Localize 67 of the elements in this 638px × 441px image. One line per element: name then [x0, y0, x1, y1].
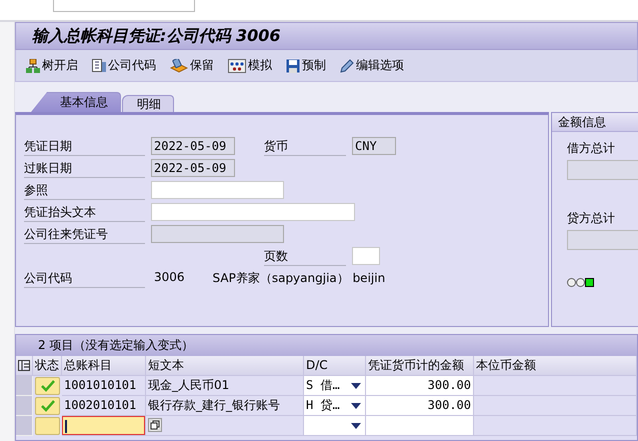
amount-cell[interactable]: [366, 416, 474, 436]
column-header[interactable]: 本位币金额: [474, 356, 637, 376]
tab[interactable]: 基本信息: [31, 92, 121, 112]
column-header[interactable]: 凭证货币计的金额: [366, 356, 474, 376]
company-name: SAP养家（sapyangjia） beijin: [212, 270, 386, 286]
table-cell: 1001010101: [62, 376, 146, 396]
window-title: 输入总帐科目凭证:公司代码 3006: [32, 26, 280, 46]
display-field[interactable]: [151, 225, 284, 243]
input-field[interactable]: [352, 247, 380, 265]
toolbar-button[interactable]: 保留: [170, 57, 214, 74]
dropdown[interactable]: S 借…: [304, 376, 366, 396]
field-label: 公司代码: [24, 268, 145, 288]
check-icon[interactable]: [35, 397, 60, 415]
column-header[interactable]: D/C: [304, 356, 366, 376]
value-help-icon: [148, 418, 162, 432]
panel-title: 金额信息: [552, 113, 638, 132]
field-label: 借方总计: [567, 140, 616, 157]
input-field[interactable]: [151, 203, 355, 221]
toolbar-button[interactable]: 编辑选项: [340, 57, 404, 74]
table-cell: 现金_人民币01: [146, 376, 304, 396]
display-field[interactable]: [567, 160, 638, 180]
toolbar-button[interactable]: 模拟: [228, 57, 272, 74]
column-header[interactable]: 总账科目: [62, 356, 146, 376]
field-label: 公司往来凭证号: [24, 224, 145, 244]
amount-cell[interactable]: 300.00: [366, 376, 474, 396]
dropdown[interactable]: H 贷…: [304, 396, 366, 416]
tab[interactable]: 明细: [122, 95, 174, 112]
display-field[interactable]: 2022-05-09: [151, 137, 235, 155]
table-settings-icon[interactable]: [16, 356, 33, 376]
status-button[interactable]: [35, 417, 60, 435]
row-selector[interactable]: [16, 396, 33, 416]
toolbar-button[interactable]: 预制: [286, 57, 326, 74]
toolbar-button[interactable]: 公司代码: [92, 57, 156, 74]
column-header[interactable]: 短文本: [146, 356, 304, 376]
caret-icon[interactable]: [351, 383, 361, 389]
field-label: 凭证日期: [24, 136, 145, 156]
field-label: 过账日期: [24, 158, 145, 178]
hold-icon: [170, 58, 188, 72]
display-field[interactable]: 2022-05-09: [151, 159, 235, 177]
field-label: 凭证抬头文本: [24, 202, 145, 222]
dropdown[interactable]: [304, 416, 366, 436]
row-selector[interactable]: [16, 416, 33, 436]
input-field[interactable]: [53, 0, 195, 12]
traffic-light-icon: [567, 278, 595, 288]
field-label: 贷方总计: [567, 210, 616, 227]
toolbar-button[interactable]: 树开启: [26, 57, 78, 74]
caret-icon[interactable]: [351, 423, 361, 429]
column-header[interactable]: 状态: [33, 356, 62, 376]
table-cell: 1002010101: [62, 396, 146, 416]
check-icon[interactable]: [35, 377, 60, 395]
field-label: 页数: [264, 246, 346, 266]
caret-icon[interactable]: [351, 403, 361, 409]
display-field[interactable]: [567, 230, 638, 250]
save-icon: [286, 58, 300, 72]
pencil-icon: [340, 58, 354, 72]
table-title: 2 项目（没有选定输入变式）: [16, 335, 637, 356]
simulate-icon: [228, 58, 246, 72]
input-field[interactable]: [62, 416, 146, 436]
hierarchy-icon: [26, 58, 40, 72]
company-code: 3006: [154, 270, 185, 286]
input-field[interactable]: [151, 181, 284, 199]
field-label: 参照: [24, 180, 145, 200]
field-label: 货币: [264, 136, 346, 156]
amount-cell[interactable]: 300.00: [366, 396, 474, 416]
display-field[interactable]: CNY: [352, 137, 396, 155]
document-icon: [92, 58, 106, 72]
table-cell: 银行存款_建行_银行账号: [146, 396, 304, 416]
